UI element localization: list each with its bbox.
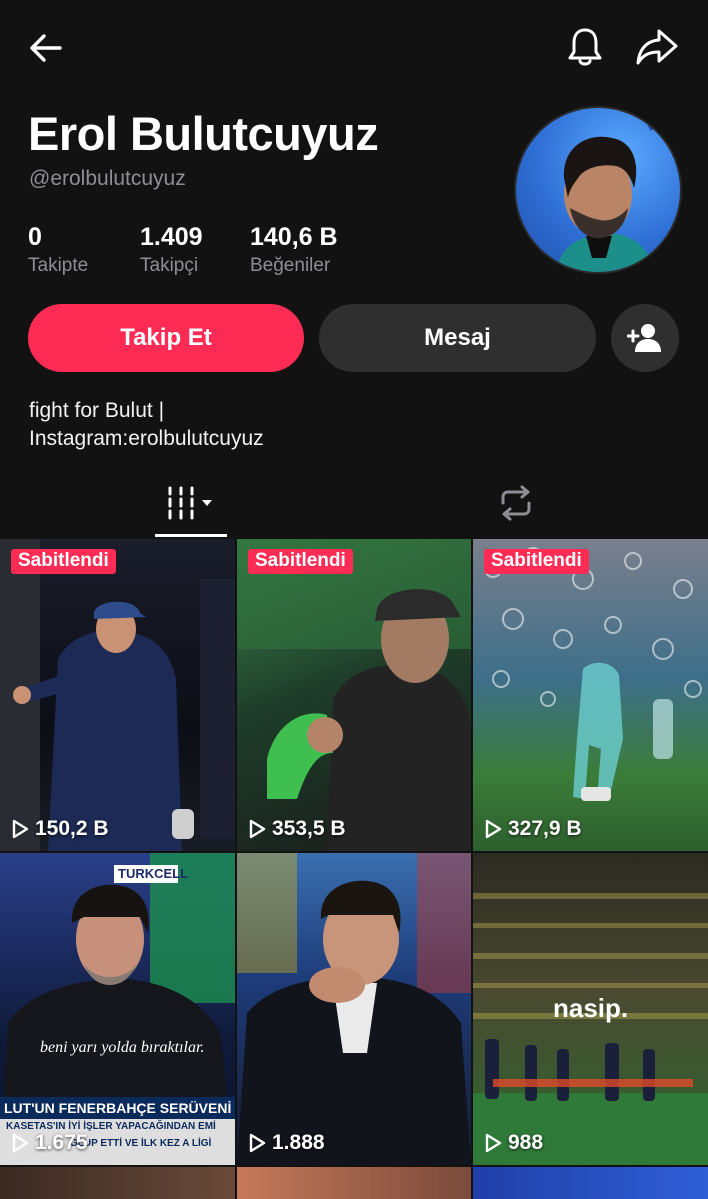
follow-button[interactable]: Takip Et — [28, 304, 304, 372]
video-sponsor-text: TURKCELL — [118, 866, 189, 881]
play-icon — [485, 1133, 502, 1153]
play-icon — [249, 819, 266, 839]
video-tile-9[interactable] — [473, 1167, 708, 1199]
view-count: 327,9 B — [484, 817, 582, 841]
message-button[interactable]: Mesaj — [319, 304, 596, 372]
play-icon — [12, 1133, 29, 1153]
video-tile-5[interactable]: 1.888 — [237, 853, 471, 1165]
avatar[interactable] — [514, 106, 682, 274]
video-thumbnail-1 — [0, 539, 235, 851]
bio-line-1: fight for Bulut | — [29, 399, 165, 422]
likes-count: 140,6 B — [250, 223, 338, 251]
view-count-text: 327,9 B — [508, 817, 582, 840]
video-caption: nasip. — [553, 993, 629, 1023]
following-label: Takipte — [28, 255, 89, 276]
video-thumbnail-2 — [237, 539, 471, 851]
play-icon — [485, 819, 502, 839]
pinned-badge: Sabitlendi — [248, 549, 353, 574]
arrow-left-icon — [30, 34, 62, 62]
add-person-icon — [627, 324, 661, 352]
video-thumbnail-3 — [484, 547, 702, 801]
bell-icon — [568, 28, 602, 66]
share-arrow-icon — [636, 29, 678, 65]
video-tile-3[interactable]: Sabitlendi 327,9 B — [473, 539, 708, 851]
view-count: 1.675 — [11, 1131, 88, 1155]
profile-name: Erol Bulutcuyuz — [28, 107, 379, 160]
tab-videos[interactable] — [155, 470, 227, 536]
video-tile-2[interactable]: Sabitlendi 353,5 B — [237, 539, 471, 851]
view-count-text: 353,5 B — [272, 817, 346, 840]
video-tile-1[interactable]: Sabitlendi 150,2 B — [0, 539, 235, 851]
notifications-button[interactable] — [562, 24, 608, 70]
share-button[interactable] — [632, 24, 682, 70]
repost-icon — [501, 485, 531, 521]
tab-reposts[interactable] — [480, 470, 552, 536]
play-icon — [12, 819, 29, 839]
pinned-badge: Sabitlendi — [484, 549, 589, 574]
stat-followers[interactable]: 1.409 Takipçi — [140, 223, 203, 277]
video-caption: beni yarı yolda bıraktılar. — [40, 1039, 205, 1056]
view-count-text: 988 — [508, 1131, 544, 1154]
active-tab-indicator — [155, 534, 227, 537]
stat-likes: 140,6 B Beğeniler — [250, 223, 338, 277]
view-count: 988 — [484, 1131, 543, 1155]
video-thumbnail-4 — [0, 853, 235, 1165]
view-count: 353,5 B — [248, 817, 346, 841]
following-count: 0 — [28, 223, 42, 251]
video-grid: Sabitlendi 150,2 B Sabitlendi 353,5 B Sa… — [0, 539, 708, 1199]
video-banner-subtitle-2: GLUP ETTİ VE İLK KEZ A LİGİ — [70, 1138, 212, 1149]
followers-count: 1.409 — [140, 223, 203, 251]
top-bar — [0, 0, 708, 95]
view-count: 150,2 B — [11, 817, 109, 841]
video-tile-7[interactable] — [0, 1167, 235, 1199]
view-count-text: 1.888 — [272, 1131, 325, 1154]
followers-label: Takipçi — [140, 255, 199, 276]
stat-following[interactable]: 0 Takipte — [28, 223, 88, 277]
avatar-photo — [556, 115, 674, 272]
video-tile-6[interactable]: nasip. 988 — [473, 853, 708, 1165]
video-tile-8[interactable] — [237, 1167, 471, 1199]
profile-bio: fight for Bulut | Instagram:erolbulutcuy… — [29, 397, 549, 453]
view-count: 1.888 — [248, 1131, 325, 1155]
view-count-text: 150,2 B — [35, 817, 109, 840]
view-count-text: 1.675 — [35, 1131, 88, 1154]
likes-label: Beğeniler — [250, 255, 331, 276]
back-button[interactable] — [22, 26, 70, 70]
grid-filter-icon — [168, 486, 212, 520]
profile-tabs — [0, 470, 708, 538]
video-tile-4[interactable]: TURKCELL beni yarı yolda bıraktılar. LUT… — [0, 853, 235, 1165]
bio-line-2: Instagram:erolbulutcuyuz — [29, 427, 264, 450]
play-icon — [249, 1133, 266, 1153]
add-friend-button[interactable] — [611, 304, 679, 372]
video-banner-title: LUT'UN FENERBAHÇE SERÜVENİ — [4, 1100, 232, 1116]
pinned-badge: Sabitlendi — [11, 549, 116, 574]
profile-handle: @erolbulutcuyuz — [29, 167, 186, 190]
video-thumbnail-5 — [237, 853, 471, 1165]
